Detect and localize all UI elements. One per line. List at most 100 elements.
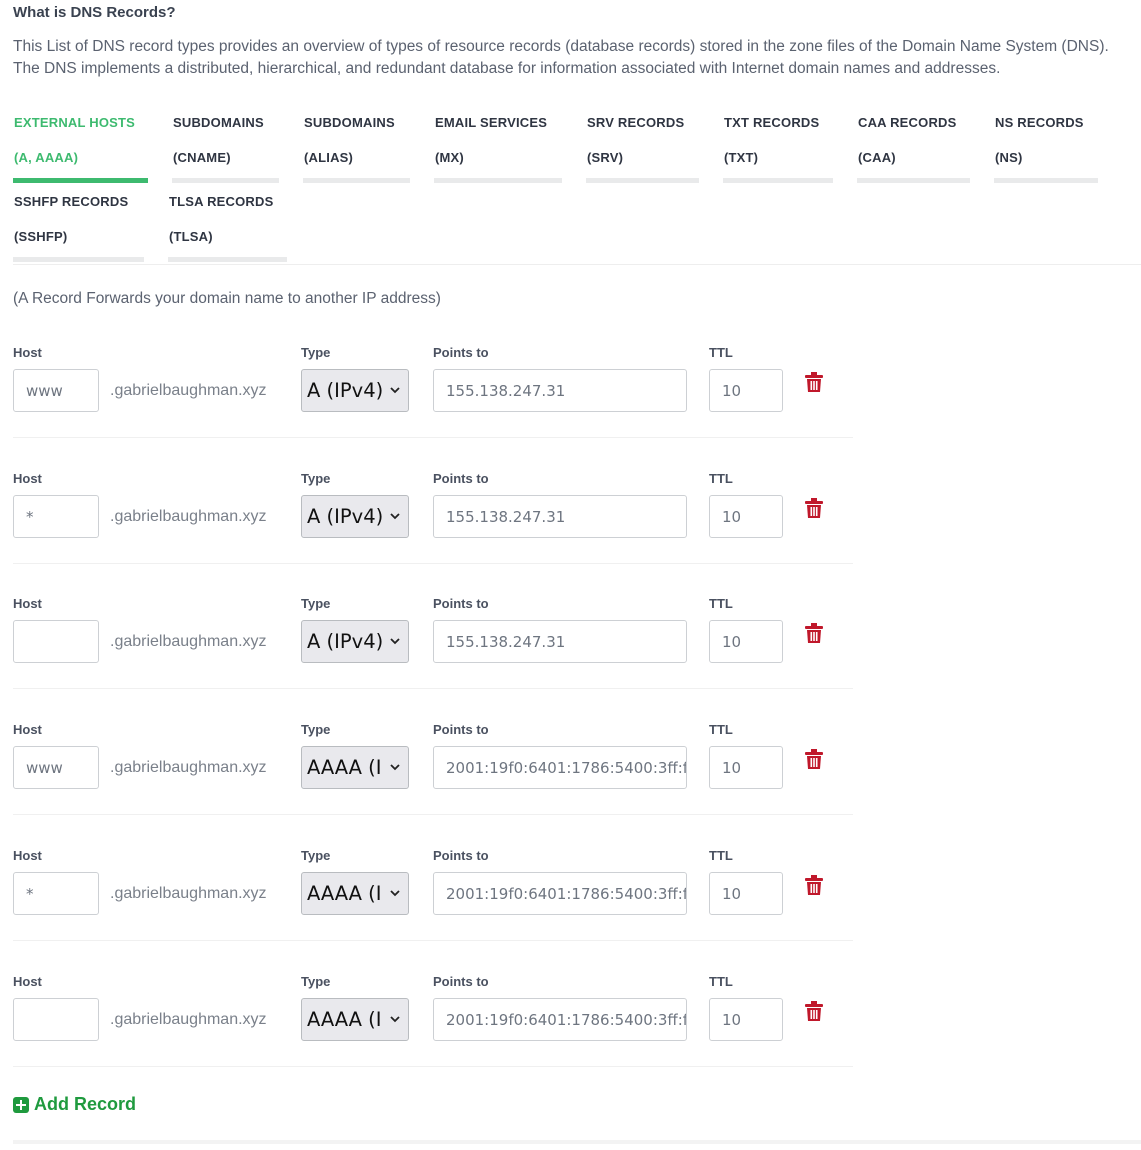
- trash-icon[interactable]: [805, 498, 823, 518]
- tab-sublabel: (NS): [995, 150, 1023, 165]
- trash-icon[interactable]: [805, 372, 823, 392]
- type-select-value: AAAA (IPv6): [307, 882, 383, 905]
- row-divider: [13, 563, 853, 564]
- type-label: Type: [301, 848, 331, 863]
- row-divider: [13, 814, 853, 815]
- tab-indicator: [586, 178, 699, 183]
- row-divider: [13, 1066, 853, 1067]
- chevron-down-icon: [390, 890, 400, 897]
- points-to-input[interactable]: 2001:19f0:6401:1786:5400:3ff:fe: [433, 872, 687, 915]
- tab-sublabel: (CNAME): [173, 150, 231, 165]
- points-to-input[interactable]: 155.138.247.31: [433, 495, 687, 538]
- record-row: Host Type Points to TTL www .gabrielbaug…: [13, 722, 853, 848]
- host-label: Host: [13, 848, 42, 863]
- points-to-label: Points to: [433, 722, 489, 737]
- points-to-input[interactable]: 155.138.247.31: [433, 369, 687, 412]
- host-input[interactable]: [13, 620, 99, 663]
- trash-icon[interactable]: [805, 749, 823, 769]
- tab-indicator: [172, 178, 279, 183]
- host-input[interactable]: *: [13, 872, 99, 915]
- record-row: Host Type Points to TTL * .gabrielbaughm…: [13, 471, 853, 597]
- ttl-input[interactable]: 10: [709, 746, 783, 789]
- type-label: Type: [301, 596, 331, 611]
- type-select[interactable]: AAAA (IPv6): [301, 872, 409, 915]
- tab-label: TLSA RECORDS: [169, 194, 274, 209]
- type-label: Type: [301, 345, 331, 360]
- tab-sublabel: (CAA): [858, 150, 896, 165]
- trash-icon[interactable]: [805, 875, 823, 895]
- chevron-down-icon: [390, 513, 400, 520]
- domain-suffix: .gabrielbaughman.xyz: [110, 1010, 267, 1028]
- chevron-down-icon: [390, 638, 400, 645]
- ttl-label: TTL: [709, 848, 733, 863]
- tab-indicator: [857, 178, 970, 183]
- host-label: Host: [13, 974, 42, 989]
- type-select[interactable]: A (IPv4): [301, 369, 409, 412]
- domain-suffix: .gabrielbaughman.xyz: [110, 507, 267, 525]
- tab-sublabel: (SRV): [587, 150, 624, 165]
- type-select-value: A (IPv4): [307, 630, 383, 653]
- ttl-input[interactable]: 10: [709, 620, 783, 663]
- type-select[interactable]: A (IPv4): [301, 495, 409, 538]
- record-row: Host Type Points to TTL .gabrielbaughman…: [13, 596, 853, 722]
- ttl-label: TTL: [709, 596, 733, 611]
- host-input[interactable]: www: [13, 746, 99, 789]
- record-row: Host Type Points to TTL * .gabrielbaughm…: [13, 848, 853, 974]
- host-input[interactable]: www: [13, 369, 99, 412]
- ttl-input[interactable]: 10: [709, 998, 783, 1041]
- ttl-input[interactable]: 10: [709, 872, 783, 915]
- ttl-input[interactable]: 10: [709, 369, 783, 412]
- tab-indicator: [13, 257, 144, 262]
- tab-indicator: [994, 178, 1098, 183]
- tab-label: SUBDOMAINS: [304, 115, 395, 130]
- record-type-tabs: EXTERNAL HOSTS (A, AAAA) SUBDOMAINS (CNA…: [13, 110, 1141, 265]
- type-label: Type: [301, 722, 331, 737]
- points-to-label: Points to: [433, 848, 489, 863]
- points-to-input[interactable]: 2001:19f0:6401:1786:5400:3ff:fe: [433, 998, 687, 1041]
- points-to-label: Points to: [433, 974, 489, 989]
- ttl-input[interactable]: 10: [709, 495, 783, 538]
- tab-label: NS RECORDS: [995, 115, 1084, 130]
- points-to-label: Points to: [433, 345, 489, 360]
- chevron-down-icon: [390, 387, 400, 394]
- add-record-button[interactable]: Add Record: [13, 1094, 136, 1115]
- record-row: Host Type Points to TTL www .gabrielbaug…: [13, 345, 853, 471]
- type-select[interactable]: A (IPv4): [301, 620, 409, 663]
- host-input[interactable]: [13, 998, 99, 1041]
- domain-suffix: .gabrielbaughman.xyz: [110, 884, 267, 902]
- tab-label: EMAIL SERVICES: [435, 115, 548, 130]
- row-divider: [13, 940, 853, 941]
- domain-suffix: .gabrielbaughman.xyz: [110, 632, 267, 650]
- tab-indicator: [303, 178, 410, 183]
- tab-indicator: [434, 178, 562, 183]
- plus-square-icon: [13, 1096, 29, 1113]
- type-label: Type: [301, 471, 331, 486]
- tab-sublabel: (A, AAAA): [14, 150, 79, 165]
- points-to-input[interactable]: 2001:19f0:6401:1786:5400:3ff:fe: [433, 746, 687, 789]
- footer-divider: [13, 1140, 1141, 1144]
- type-select[interactable]: AAAA (IPv6): [301, 746, 409, 789]
- ttl-label: TTL: [709, 722, 733, 737]
- row-divider: [13, 688, 853, 689]
- ttl-label: TTL: [709, 974, 733, 989]
- tab-label: SRV RECORDS: [587, 115, 685, 130]
- page-title: What is DNS Records?: [13, 4, 176, 21]
- tab-sublabel: (MX): [435, 150, 464, 165]
- trash-icon[interactable]: [805, 1001, 823, 1021]
- type-label: Type: [301, 974, 331, 989]
- domain-suffix: .gabrielbaughman.xyz: [110, 758, 267, 776]
- type-select-value: AAAA (IPv6): [307, 756, 383, 779]
- type-select-value: A (IPv4): [307, 505, 383, 528]
- tab-sublabel: (SSHFP): [14, 229, 68, 244]
- type-select[interactable]: AAAA (IPv6): [301, 998, 409, 1041]
- tab-sublabel: (TXT): [724, 150, 759, 165]
- host-label: Host: [13, 345, 42, 360]
- points-to-input[interactable]: 155.138.247.31: [433, 620, 687, 663]
- host-input[interactable]: *: [13, 495, 99, 538]
- type-select-value: AAAA (IPv6): [307, 1008, 383, 1031]
- trash-icon[interactable]: [805, 623, 823, 643]
- add-record-label: Add Record: [34, 1094, 137, 1114]
- type-select-value: A (IPv4): [307, 379, 383, 402]
- tab-label: SSHFP RECORDS: [14, 194, 129, 209]
- tabs-divider: [13, 264, 1141, 265]
